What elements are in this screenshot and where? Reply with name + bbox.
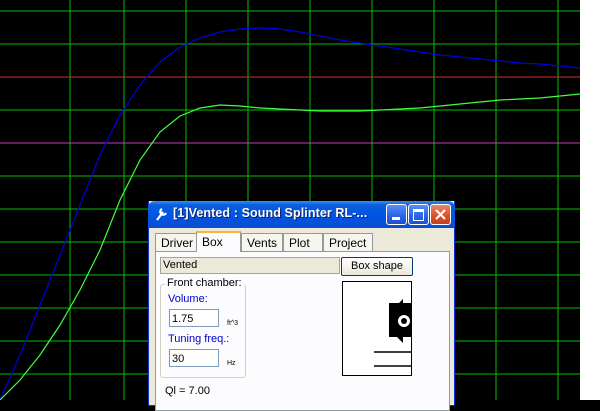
tab-project[interactable]: Project bbox=[323, 233, 373, 251]
volume-label: Volume: bbox=[168, 293, 208, 305]
box-shape-button[interactable]: Box shape bbox=[341, 257, 413, 276]
tab-strip: Driver Box Vents Plot Project bbox=[155, 231, 450, 252]
speaker-driver-icon bbox=[389, 299, 411, 343]
tab-box[interactable]: Box bbox=[196, 231, 241, 252]
box-preview bbox=[342, 281, 412, 376]
wrench-icon bbox=[156, 208, 167, 221]
tab-vents[interactable]: Vents bbox=[241, 233, 283, 251]
volume-unit: ft^3 bbox=[227, 320, 239, 327]
tab-driver[interactable]: Driver bbox=[155, 233, 197, 251]
dialog-title: [1]Vented : Sound Splinter RL-... bbox=[173, 206, 368, 220]
title-bar[interactable]: [1]Vented : Sound Splinter RL-... bbox=[148, 201, 455, 228]
tuning-freq-unit: Hz bbox=[227, 360, 236, 367]
box-properties-dialog[interactable]: [1]Vented : Sound Splinter RL-... Driver… bbox=[148, 201, 455, 411]
front-chamber-label: Front chamber: bbox=[165, 277, 244, 289]
tab-plot[interactable]: Plot bbox=[283, 233, 323, 251]
close-icon bbox=[435, 209, 446, 220]
volume-input[interactable]: 1.75 bbox=[169, 309, 219, 327]
window-edge bbox=[580, 0, 600, 400]
minimize-button[interactable] bbox=[386, 204, 407, 225]
maximize-button[interactable] bbox=[408, 204, 429, 225]
close-button[interactable] bbox=[430, 204, 451, 225]
tuning-freq-label: Tuning freq.: bbox=[168, 333, 230, 345]
tuning-freq-input[interactable]: 30 bbox=[169, 349, 219, 367]
ql-value: Ql = 7.00 bbox=[165, 385, 210, 397]
box-type-field: Vented bbox=[160, 257, 340, 274]
